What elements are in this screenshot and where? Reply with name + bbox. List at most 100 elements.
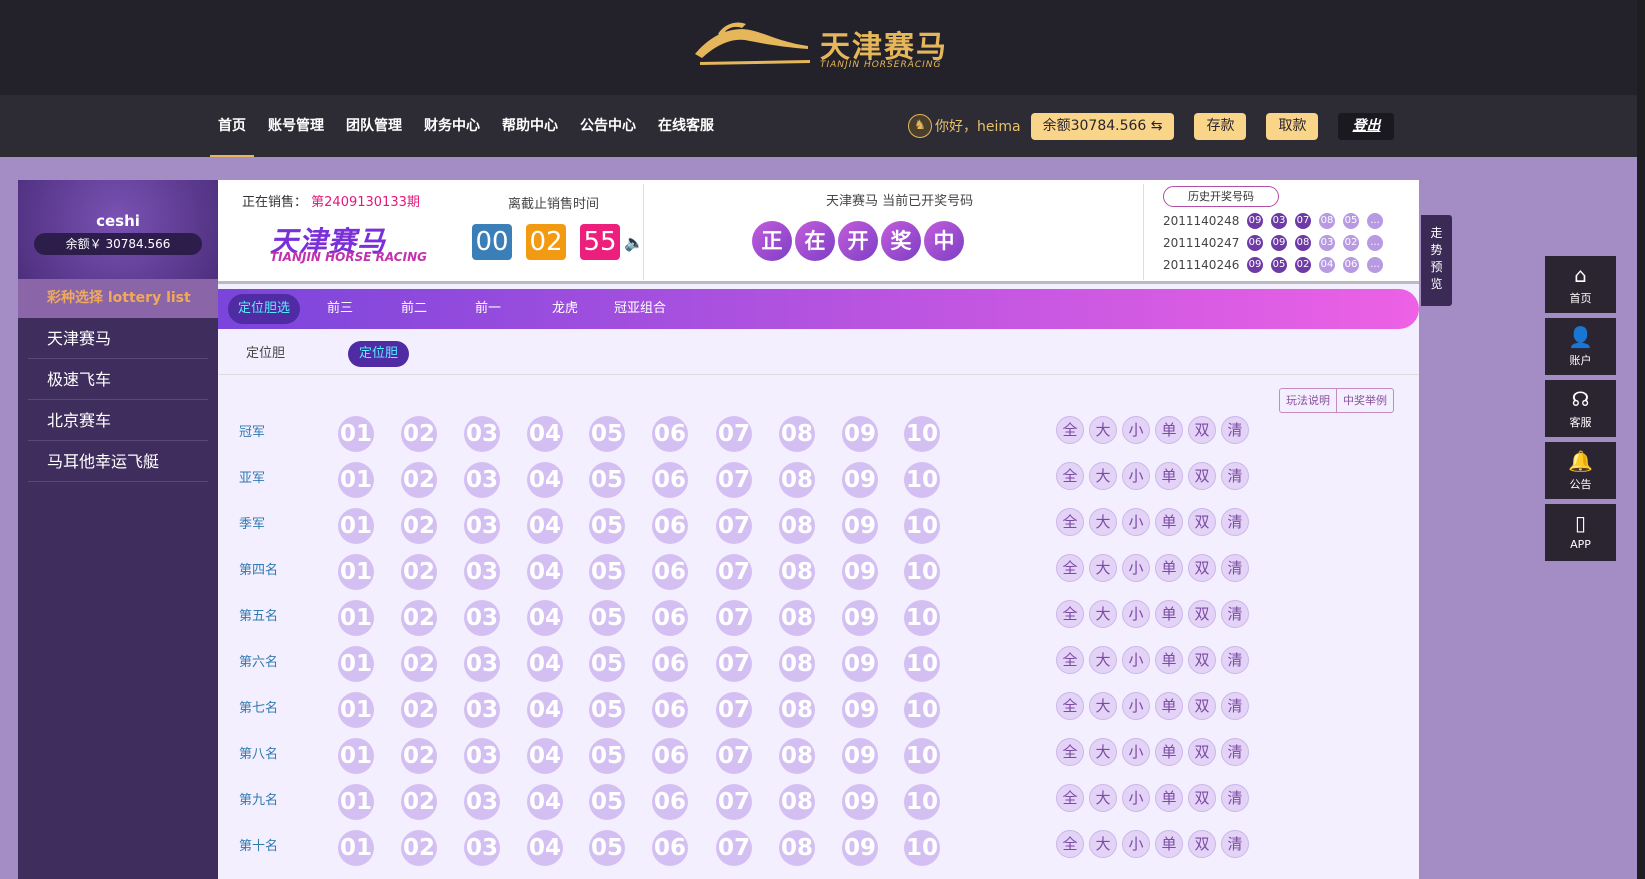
number-ball[interactable]: 09 — [842, 462, 878, 498]
number-ball[interactable]: 03 — [464, 692, 500, 728]
number-ball[interactable]: 02 — [401, 692, 437, 728]
quick-select-button[interactable]: 清 — [1221, 600, 1249, 628]
quick-select-button[interactable]: 单 — [1155, 692, 1183, 720]
quick-select-button[interactable]: 清 — [1221, 830, 1249, 858]
number-ball[interactable]: 03 — [464, 830, 500, 866]
subtab-position-active[interactable]: 定位胆 — [348, 341, 410, 367]
number-ball[interactable]: 07 — [716, 692, 752, 728]
quick-select-button[interactable]: 全 — [1056, 692, 1084, 720]
sidebar-item-speed-car[interactable]: 极速飞车 — [28, 359, 208, 400]
quick-select-button[interactable]: 清 — [1221, 738, 1249, 766]
number-ball[interactable]: 09 — [842, 784, 878, 820]
number-ball[interactable]: 09 — [842, 508, 878, 544]
balance-button[interactable]: 余额30784.566 ⇆ — [1030, 112, 1175, 140]
quick-select-button[interactable]: 清 — [1221, 508, 1249, 536]
quick-select-button[interactable]: 单 — [1155, 416, 1183, 444]
quick-select-button[interactable]: 全 — [1056, 784, 1084, 812]
number-ball[interactable]: 09 — [842, 692, 878, 728]
number-ball[interactable]: 10 — [904, 692, 940, 728]
quick-select-button[interactable]: 清 — [1221, 416, 1249, 444]
number-ball[interactable]: 01 — [338, 830, 374, 866]
history-more[interactable]: ... — [1367, 257, 1383, 273]
number-ball[interactable]: 06 — [652, 830, 688, 866]
quick-select-button[interactable]: 清 — [1221, 784, 1249, 812]
number-ball[interactable]: 09 — [842, 554, 878, 590]
number-ball[interactable]: 04 — [527, 600, 563, 636]
sidebar-item-beijing[interactable]: 北京赛车 — [28, 400, 208, 441]
quick-select-button[interactable]: 单 — [1155, 600, 1183, 628]
number-ball[interactable]: 03 — [464, 508, 500, 544]
number-ball[interactable]: 05 — [589, 830, 625, 866]
number-ball[interactable]: 08 — [779, 462, 815, 498]
number-ball[interactable]: 08 — [779, 830, 815, 866]
trend-preview-button[interactable]: 走势预览 — [1421, 215, 1452, 306]
quick-select-button[interactable]: 全 — [1056, 416, 1084, 444]
number-ball[interactable]: 10 — [904, 508, 940, 544]
win-example-button[interactable]: 中奖举例 — [1337, 389, 1393, 412]
quick-select-button[interactable]: 双 — [1188, 830, 1216, 858]
sidebar-item-malta[interactable]: 马耳他幸运飞艇 — [28, 441, 208, 482]
quick-select-button[interactable]: 双 — [1188, 508, 1216, 536]
rightnav-item[interactable]: 👤 账户 — [1545, 318, 1616, 375]
quick-select-button[interactable]: 双 — [1188, 646, 1216, 674]
number-ball[interactable]: 07 — [716, 784, 752, 820]
number-ball[interactable]: 04 — [527, 692, 563, 728]
number-ball[interactable]: 08 — [779, 508, 815, 544]
quick-select-button[interactable]: 双 — [1188, 692, 1216, 720]
number-ball[interactable]: 03 — [464, 738, 500, 774]
number-ball[interactable]: 06 — [652, 600, 688, 636]
number-ball[interactable]: 01 — [338, 692, 374, 728]
subtab-position[interactable]: 定位胆 — [246, 341, 285, 367]
number-ball[interactable]: 05 — [589, 554, 625, 590]
number-ball[interactable]: 02 — [401, 508, 437, 544]
quick-select-button[interactable]: 双 — [1188, 784, 1216, 812]
number-ball[interactable]: 08 — [779, 784, 815, 820]
quick-select-button[interactable]: 小 — [1122, 830, 1150, 858]
number-ball[interactable]: 10 — [904, 646, 940, 682]
number-ball[interactable]: 06 — [652, 508, 688, 544]
tab-position-pick[interactable]: 定位胆选 — [228, 294, 301, 324]
number-ball[interactable]: 09 — [842, 830, 878, 866]
quick-select-button[interactable]: 小 — [1122, 554, 1150, 582]
number-ball[interactable]: 07 — [716, 508, 752, 544]
number-ball[interactable]: 08 — [779, 738, 815, 774]
number-ball[interactable]: 06 — [652, 462, 688, 498]
number-ball[interactable]: 05 — [589, 600, 625, 636]
quick-select-button[interactable]: 全 — [1056, 738, 1084, 766]
quick-select-button[interactable]: 双 — [1188, 416, 1216, 444]
quick-select-button[interactable]: 全 — [1056, 600, 1084, 628]
quick-select-button[interactable]: 小 — [1122, 646, 1150, 674]
quick-select-button[interactable]: 小 — [1122, 462, 1150, 490]
tab-front-one[interactable]: 前一 — [475, 289, 501, 329]
sidebar-item-tianjin[interactable]: 天津赛马 — [28, 318, 208, 359]
number-ball[interactable]: 06 — [652, 554, 688, 590]
rightnav-item[interactable]: ⌂ 首页 — [1545, 256, 1616, 313]
play-rules-button[interactable]: 玩法说明 — [1280, 389, 1337, 412]
history-button[interactable]: 历史开奖号码 — [1163, 186, 1279, 207]
quick-select-button[interactable]: 双 — [1188, 462, 1216, 490]
number-ball[interactable]: 10 — [904, 416, 940, 452]
number-ball[interactable]: 02 — [401, 738, 437, 774]
scrollbar[interactable] — [1637, 0, 1645, 879]
quick-select-button[interactable]: 全 — [1056, 462, 1084, 490]
number-ball[interactable]: 07 — [716, 416, 752, 452]
quick-select-button[interactable]: 大 — [1089, 600, 1117, 628]
number-ball[interactable]: 07 — [716, 600, 752, 636]
number-ball[interactable]: 08 — [779, 554, 815, 590]
quick-select-button[interactable]: 单 — [1155, 784, 1183, 812]
number-ball[interactable]: 04 — [527, 646, 563, 682]
history-more[interactable]: ... — [1367, 235, 1383, 251]
quick-select-button[interactable]: 全 — [1056, 508, 1084, 536]
logout-button[interactable]: 登出 — [1338, 112, 1395, 140]
number-ball[interactable]: 07 — [716, 738, 752, 774]
number-ball[interactable]: 01 — [338, 646, 374, 682]
quick-select-button[interactable]: 小 — [1122, 692, 1150, 720]
quick-select-button[interactable]: 清 — [1221, 692, 1249, 720]
number-ball[interactable]: 03 — [464, 462, 500, 498]
speaker-icon[interactable]: 🔈 — [624, 233, 644, 252]
rightnav-item[interactable]: ☊ 客服 — [1545, 380, 1616, 437]
quick-select-button[interactable]: 大 — [1089, 692, 1117, 720]
nav-help[interactable]: 帮助中心 — [502, 95, 558, 157]
tab-champion-combo[interactable]: 冠亚组合 — [614, 289, 666, 329]
quick-select-button[interactable]: 全 — [1056, 646, 1084, 674]
